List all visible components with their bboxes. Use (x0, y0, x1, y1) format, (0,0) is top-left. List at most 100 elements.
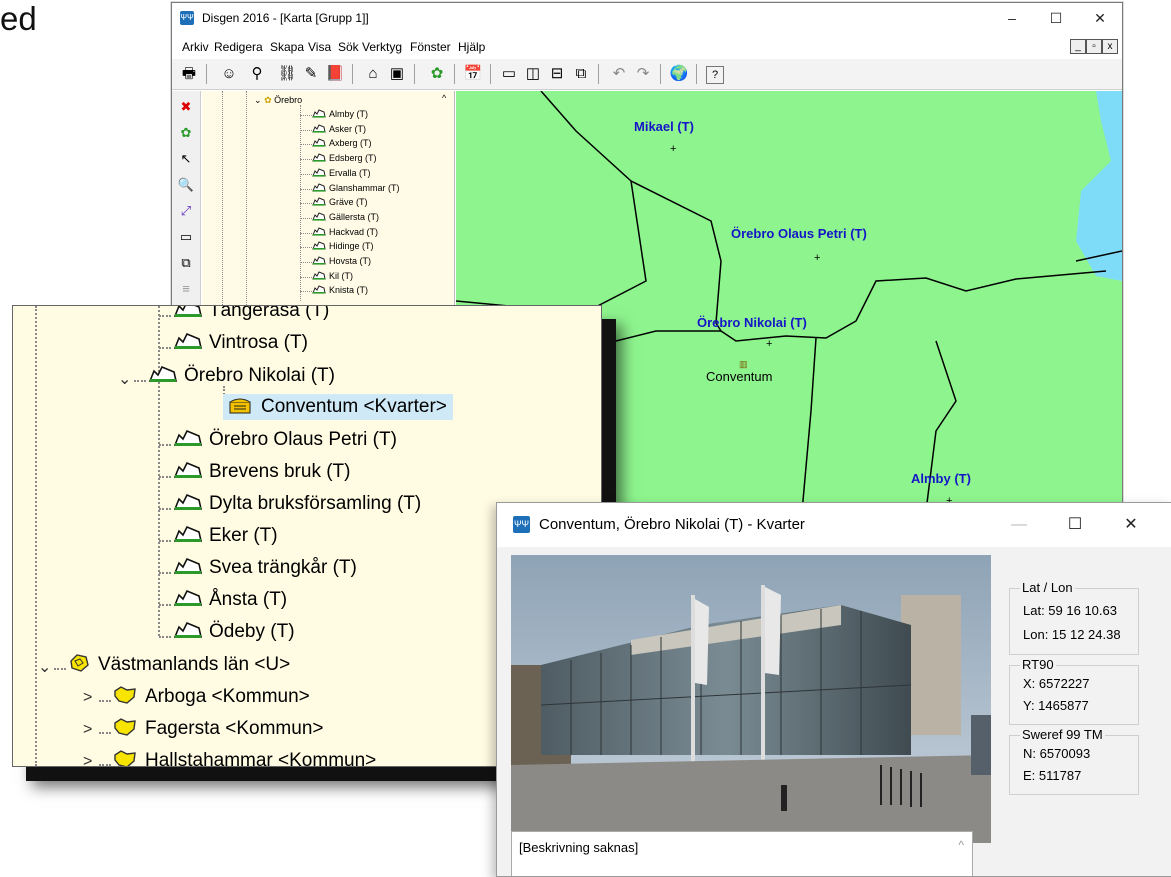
tree-node-parish[interactable]: Hackvad (T) (312, 227, 378, 237)
zoom-icon[interactable]: 🔍 (176, 175, 196, 195)
chevron-down-icon[interactable]: ⌄ (254, 95, 262, 105)
mdi-close-button[interactable]: x (1102, 39, 1118, 54)
pointer-icon[interactable]: ↖ (176, 149, 196, 169)
map-label-almby[interactable]: Almby (T) (911, 471, 971, 486)
map-label-mikael[interactable]: Mikael (T) (634, 119, 694, 134)
tree-node-selected[interactable]: Conventum <Kvarter> (223, 394, 453, 420)
tree-node[interactable]: Fagersta <Kommun> (113, 717, 323, 740)
tree-node-parish[interactable]: Gällersta (T) (312, 212, 379, 222)
search-person-icon[interactable]: ⚲ (246, 63, 268, 85)
chevron-down-icon[interactable]: ⌄ (38, 657, 51, 677)
scroll-up-arrow[interactable]: ^ (958, 838, 964, 852)
chevron-right-icon[interactable]: > (83, 721, 92, 739)
book-icon[interactable]: 📕 (324, 63, 346, 85)
menu-arkiv[interactable]: Arkiv (182, 40, 209, 54)
layout-4-icon[interactable]: ⧉ (570, 63, 592, 85)
tree-node[interactable]: Brevens bruk (T) (173, 461, 350, 483)
tree-node-parish[interactable]: Kil (T) (312, 271, 353, 281)
mdi-minimize-button[interactable]: _ (1070, 39, 1086, 54)
globe-icon[interactable]: 🌍 (668, 63, 690, 85)
map-green-icon[interactable]: ✿ (176, 123, 196, 143)
archive-icon[interactable]: ▣ (386, 63, 408, 85)
tree-node-label: Hidinge (T) (329, 241, 374, 252)
tree-node-label: Almby (T) (329, 109, 368, 119)
tree-node[interactable]: Örebro Olaus Petri (T) (173, 429, 397, 451)
tree-node[interactable]: Örebro Nikolai (T) (148, 365, 335, 387)
xy-icon[interactable]: ⤢ (176, 201, 196, 221)
menu-redigera[interactable]: Redigera (214, 40, 263, 54)
tree-node-label: Kil (T) (329, 270, 353, 281)
parish-border (456, 91, 647, 314)
maximize-button[interactable]: ☐ (1034, 5, 1078, 31)
tree-node-orebro[interactable]: ⌄ ✿ Örebro (254, 95, 302, 106)
printer-icon[interactable]: 🖶 (178, 63, 200, 85)
list-icon[interactable]: ≡ (176, 279, 196, 299)
tree-node[interactable]: Ödeby (T) (173, 621, 295, 643)
tree-node[interactable]: Arboga <Kommun> (113, 685, 310, 708)
description-textarea[interactable]: [Beskrivning saknas] ^ (511, 831, 973, 876)
tree-node[interactable]: Ånsta (T) (173, 589, 287, 611)
tree-node-parish[interactable]: Glanshammar (T) (312, 183, 400, 193)
map-poi-conventum[interactable]: Conventum (706, 369, 772, 384)
parish-icon (173, 525, 202, 542)
lan-icon (70, 654, 89, 672)
tree-node[interactable]: Dylta bruksförsamling (T) (173, 493, 421, 515)
home-icon[interactable]: ⌂ (362, 63, 384, 85)
tree-node[interactable]: Eker (T) (173, 525, 278, 547)
menu-fonster[interactable]: Fönster (410, 40, 451, 54)
scroll-up-arrow[interactable]: ^ (442, 93, 446, 103)
tree-node-parish[interactable]: Hidinge (T) (312, 241, 374, 251)
menu-hjalp[interactable]: Hjälp (458, 40, 485, 54)
tree-node[interactable]: Svea trängkår (T) (173, 557, 357, 579)
binoculars-icon[interactable]: ⛓ (276, 63, 298, 85)
toolbar-separator (696, 64, 697, 84)
maximize-button[interactable]: ☐ (1053, 512, 1097, 538)
menu-skapa[interactable]: Skapa (270, 40, 304, 54)
tree-node-parish[interactable]: Gräve (T) (312, 197, 368, 207)
sweref-e-value: E: 511787 (1023, 768, 1082, 783)
copy-icon[interactable]: ⧉ (176, 253, 196, 273)
tree-node-parish[interactable]: Asker (T) (312, 124, 366, 134)
tree-node-parish[interactable]: Almby (T) (312, 109, 368, 119)
map-label-olaus-petri[interactable]: Örebro Olaus Petri (T) (731, 226, 867, 241)
redo-icon[interactable]: ↷ (632, 63, 654, 85)
menu-sok[interactable]: Sök (338, 40, 359, 54)
menu-visa[interactable]: Visa (308, 40, 331, 54)
map-icon[interactable]: ✿ (426, 63, 448, 85)
tree-guide (159, 347, 171, 349)
tree-node-parish[interactable]: Edsberg (T) (312, 153, 377, 163)
layout-2-icon[interactable]: ◫ (522, 63, 544, 85)
map-label-nikolai[interactable]: Örebro Nikolai (T) (697, 315, 807, 330)
chevron-right-icon[interactable]: > (83, 753, 92, 766)
undo-icon[interactable]: ↶ (608, 63, 630, 85)
layout-1-icon[interactable]: ▭ (498, 63, 520, 85)
chevron-down-icon[interactable]: ⌄ (118, 369, 131, 389)
parish-icon (173, 332, 202, 349)
tree-node-label: Hallstahammar <Kommun> (145, 750, 377, 767)
help-icon[interactable]: ? (706, 66, 724, 84)
tree-node-parish[interactable]: Ervalla (T) (312, 168, 371, 178)
menu-verktyg[interactable]: Verktyg (362, 40, 402, 54)
tree-node-parish[interactable]: Axberg (T) (312, 138, 372, 148)
tree-node-parish[interactable]: Hovsta (T) (312, 256, 371, 266)
layout-3-icon[interactable]: ⊟ (546, 63, 568, 85)
ruler-icon[interactable]: ▭ (176, 227, 196, 247)
minimize-button[interactable]: — (997, 512, 1041, 538)
close-button[interactable]: ✕ (1109, 512, 1153, 538)
tree-guide (300, 276, 312, 278)
tree-node[interactable]: Hallstahammar <Kommun> (113, 749, 377, 767)
tree-node-parish[interactable]: Knista (T) (312, 285, 368, 295)
mdi-restore-button[interactable]: ▫ (1086, 39, 1102, 54)
notes-icon[interactable]: ✎ (300, 63, 322, 85)
tree-node-label: Västmanlands län <U> (98, 654, 291, 675)
chevron-right-icon[interactable]: > (83, 689, 92, 707)
tree-node[interactable]: Vintrosa (T) (173, 332, 308, 354)
page-edge-text: ed (0, 0, 37, 37)
close-red-icon[interactable]: ✖ (176, 97, 196, 117)
minimize-button[interactable]: – (990, 5, 1034, 31)
tree-node[interactable]: Västmanlands län <U> (68, 653, 290, 676)
calendar-icon[interactable]: 📅 (462, 63, 484, 85)
person-icon[interactable]: ☺ (218, 63, 240, 85)
tree-node[interactable]: Tängerasa (T) (173, 306, 329, 322)
close-button[interactable]: ✕ (1078, 5, 1122, 31)
